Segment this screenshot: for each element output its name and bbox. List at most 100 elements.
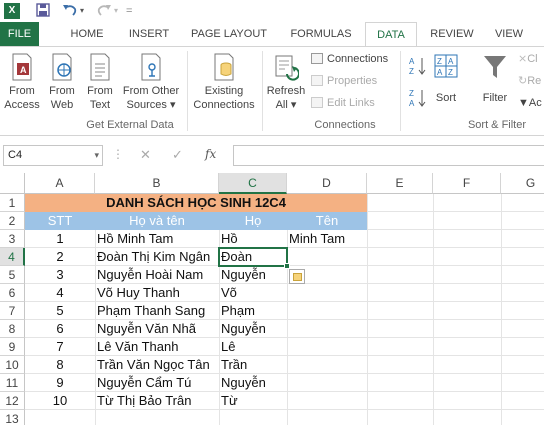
from-other-label-2: Sources ▾ [126, 99, 176, 111]
cell-stt[interactable]: 5 [25, 302, 95, 320]
cell-last-name[interactable]: Lê [221, 338, 235, 356]
redo-icon[interactable] [96, 3, 112, 19]
cell-last-name[interactable]: Nguyễn [221, 374, 266, 392]
clear-filter-button[interactable]: ⨯Cl [518, 52, 538, 66]
sort-z-to-a-button[interactable]: ZA [409, 87, 427, 113]
cell-stt[interactable]: 1 [25, 230, 95, 248]
row-header-10[interactable]: 10 [0, 356, 25, 374]
from-other-sources-button[interactable]: From Other Sources ▾ [120, 52, 182, 112]
cell-full-name[interactable]: Đoàn Thị Kim Ngân [97, 248, 210, 266]
edit-links-button[interactable]: Edit Links [311, 96, 375, 110]
cell-stt[interactable]: 8 [25, 356, 95, 374]
insert-function-icon[interactable]: fx [205, 147, 216, 161]
name-box[interactable]: C4 ▾ [3, 145, 103, 166]
column-header-a[interactable]: A [25, 173, 95, 194]
select-all-corner[interactable] [0, 173, 25, 194]
cell-full-name[interactable]: Nguyễn Văn Nhã [97, 320, 196, 338]
undo-icon[interactable] [62, 3, 78, 19]
column-header-d[interactable]: D [287, 173, 367, 194]
row-header-6[interactable]: 6 [0, 284, 25, 302]
sort-label: Sort [435, 92, 457, 104]
cell-last-name[interactable]: Phạm [221, 302, 255, 320]
properties-button[interactable]: Properties [311, 74, 377, 88]
row-header-2[interactable]: 2 [0, 212, 25, 230]
formula-input[interactable] [233, 145, 544, 166]
from-access-label-1: From [9, 85, 35, 97]
cell-last-name[interactable]: Hồ [221, 230, 238, 248]
redo-dropdown-icon[interactable]: ▾ [114, 3, 118, 19]
svg-text:A: A [20, 65, 27, 75]
tab-review[interactable]: REVIEW [425, 22, 479, 46]
cell-full-name[interactable]: Từ Thị Bảo Trân [97, 392, 191, 410]
tab-insert[interactable]: INSERT [122, 22, 176, 46]
row-header-9[interactable]: 9 [0, 338, 25, 356]
column-header-c[interactable]: C [219, 173, 287, 194]
cell-full-name[interactable]: Nguyễn Cẩm Tú [97, 374, 191, 392]
flash-fill-options-button[interactable] [289, 269, 305, 284]
header-last-name[interactable]: Họ [219, 212, 287, 230]
header-full-name[interactable]: Họ và tên [95, 212, 219, 230]
existing-connections-button[interactable]: Existing Connections [190, 52, 258, 112]
tab-formulas[interactable]: FORMULAS [284, 22, 358, 46]
cell-full-name[interactable]: Võ Huy Thanh [97, 284, 180, 302]
tab-data[interactable]: DATA [365, 22, 417, 46]
cell-stt[interactable]: 3 [25, 266, 95, 284]
existing-connections-label-1: Existing [204, 85, 244, 97]
row-header-4[interactable]: 4 [0, 248, 25, 266]
cell-stt[interactable]: 2 [25, 248, 95, 266]
from-text-button[interactable]: From Text [82, 52, 118, 112]
from-access-button[interactable]: A From Access [2, 52, 42, 112]
cell-last-name[interactable]: Võ [221, 284, 237, 302]
row-header-8[interactable]: 8 [0, 320, 25, 338]
advanced-filter-button[interactable]: ▼Ac [518, 96, 542, 110]
column-header-e[interactable]: E [367, 173, 433, 194]
reapply-filter-button[interactable]: ↻Re [518, 74, 541, 88]
cell-full-name[interactable]: Trần Văn Ngọc Tân [97, 356, 210, 374]
row-header-12[interactable]: 12 [0, 392, 25, 410]
sheet-title-cell[interactable]: DANH SÁCH HỌC SINH 12C4 [25, 194, 367, 212]
name-box-dropdown-icon[interactable]: ▾ [94, 146, 99, 165]
cell-last-name[interactable]: Nguyễn [221, 320, 266, 338]
row-header-7[interactable]: 7 [0, 302, 25, 320]
row-header-13[interactable]: 13 [0, 410, 25, 425]
customize-toolbar-icon[interactable]: = [126, 3, 132, 19]
cell-last-name[interactable]: Nguyễn [221, 266, 266, 284]
column-header-b[interactable]: B [95, 173, 219, 194]
filter-button[interactable]: Filter [476, 52, 514, 104]
row-header-5[interactable]: 5 [0, 266, 25, 284]
tab-page-layout[interactable]: PAGE LAYOUT [186, 22, 272, 46]
sort-button[interactable]: ZAAZ Sort [428, 52, 464, 104]
cell-full-name[interactable]: Hồ Minh Tam [97, 230, 173, 248]
active-cell-selection[interactable] [218, 247, 288, 267]
tab-file[interactable]: FILE [0, 22, 39, 46]
cell-stt[interactable]: 7 [25, 338, 95, 356]
column-header-g[interactable]: G [501, 173, 544, 194]
ribbon-separator [262, 51, 263, 131]
tab-view[interactable]: VIEW [487, 22, 531, 46]
cell-stt[interactable]: 4 [25, 284, 95, 302]
undo-dropdown-icon[interactable]: ▾ [80, 3, 84, 19]
header-first-name[interactable]: Tên [287, 212, 367, 230]
from-web-button[interactable]: From Web [44, 52, 80, 112]
cell-stt[interactable]: 10 [25, 392, 95, 410]
save-icon[interactable] [36, 3, 50, 19]
row-header-11[interactable]: 11 [0, 374, 25, 392]
connections-button[interactable]: Connections [311, 52, 388, 66]
cell-stt[interactable]: 9 [25, 374, 95, 392]
cell-last-name[interactable]: Trần [221, 356, 247, 374]
tab-home[interactable]: HOME [62, 22, 112, 46]
row-header-1[interactable]: 1 [0, 194, 25, 212]
header-stt[interactable]: STT [25, 212, 95, 230]
cancel-entry-icon[interactable]: ✕ [140, 147, 151, 163]
confirm-entry-icon[interactable]: ✓ [172, 147, 183, 163]
cell-full-name[interactable]: Lê Văn Thanh [97, 338, 178, 356]
cell-full-name[interactable]: Nguyễn Hoài Nam [97, 266, 203, 284]
sort-a-to-z-button[interactable]: AZ [409, 55, 427, 80]
column-header-f[interactable]: F [433, 173, 501, 194]
row-header-3[interactable]: 3 [0, 230, 25, 248]
cell-stt[interactable]: 6 [25, 320, 95, 338]
refresh-all-button[interactable]: Refresh All ▾ [265, 52, 307, 112]
cell-full-name[interactable]: Phạm Thanh Sang [97, 302, 205, 320]
cell-last-name[interactable]: Từ [221, 392, 238, 410]
cell-first-name[interactable]: Minh Tam [289, 230, 345, 248]
